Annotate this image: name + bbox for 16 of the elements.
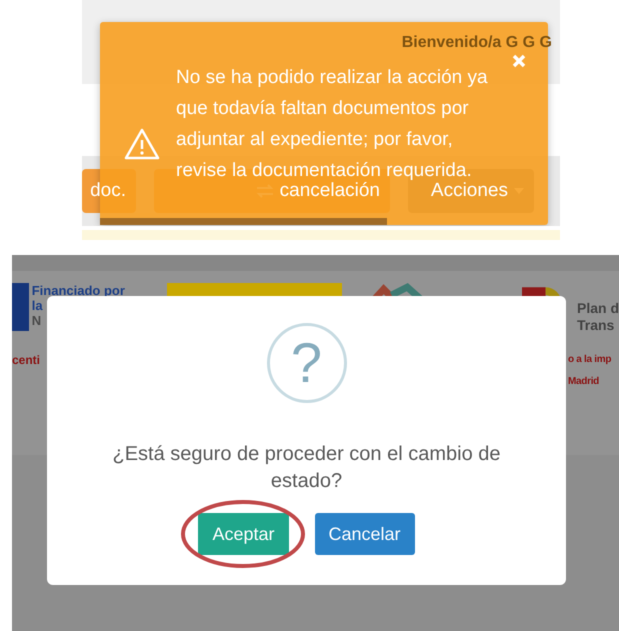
warning-icon [124,128,160,160]
close-icon[interactable] [512,54,526,68]
flag-logo [12,283,29,331]
funding-text: Financiado por [32,283,126,298]
toast-message: No se ha podido realizar la acción ya que todavía faltan documentos por adjuntar al expediente; por favor, revise la documentación requerida. [176,66,489,182]
plan-text: Trans [576,317,616,334]
plan-text: Plan d [576,300,619,317]
notice-text: o a la imp [568,353,612,367]
funding-text: N [32,313,42,328]
accept-button[interactable]: Aceptar [198,513,288,555]
cancel-button[interactable]: Cancelar [314,513,415,555]
question-icon: ? [266,323,346,403]
funding-text: la [32,298,44,313]
notice-text: Madrid [568,375,599,389]
notice-text: centi [12,352,40,369]
dialog-message: ¿Está seguro de proceder con el cambio de estado? [112,442,502,494]
